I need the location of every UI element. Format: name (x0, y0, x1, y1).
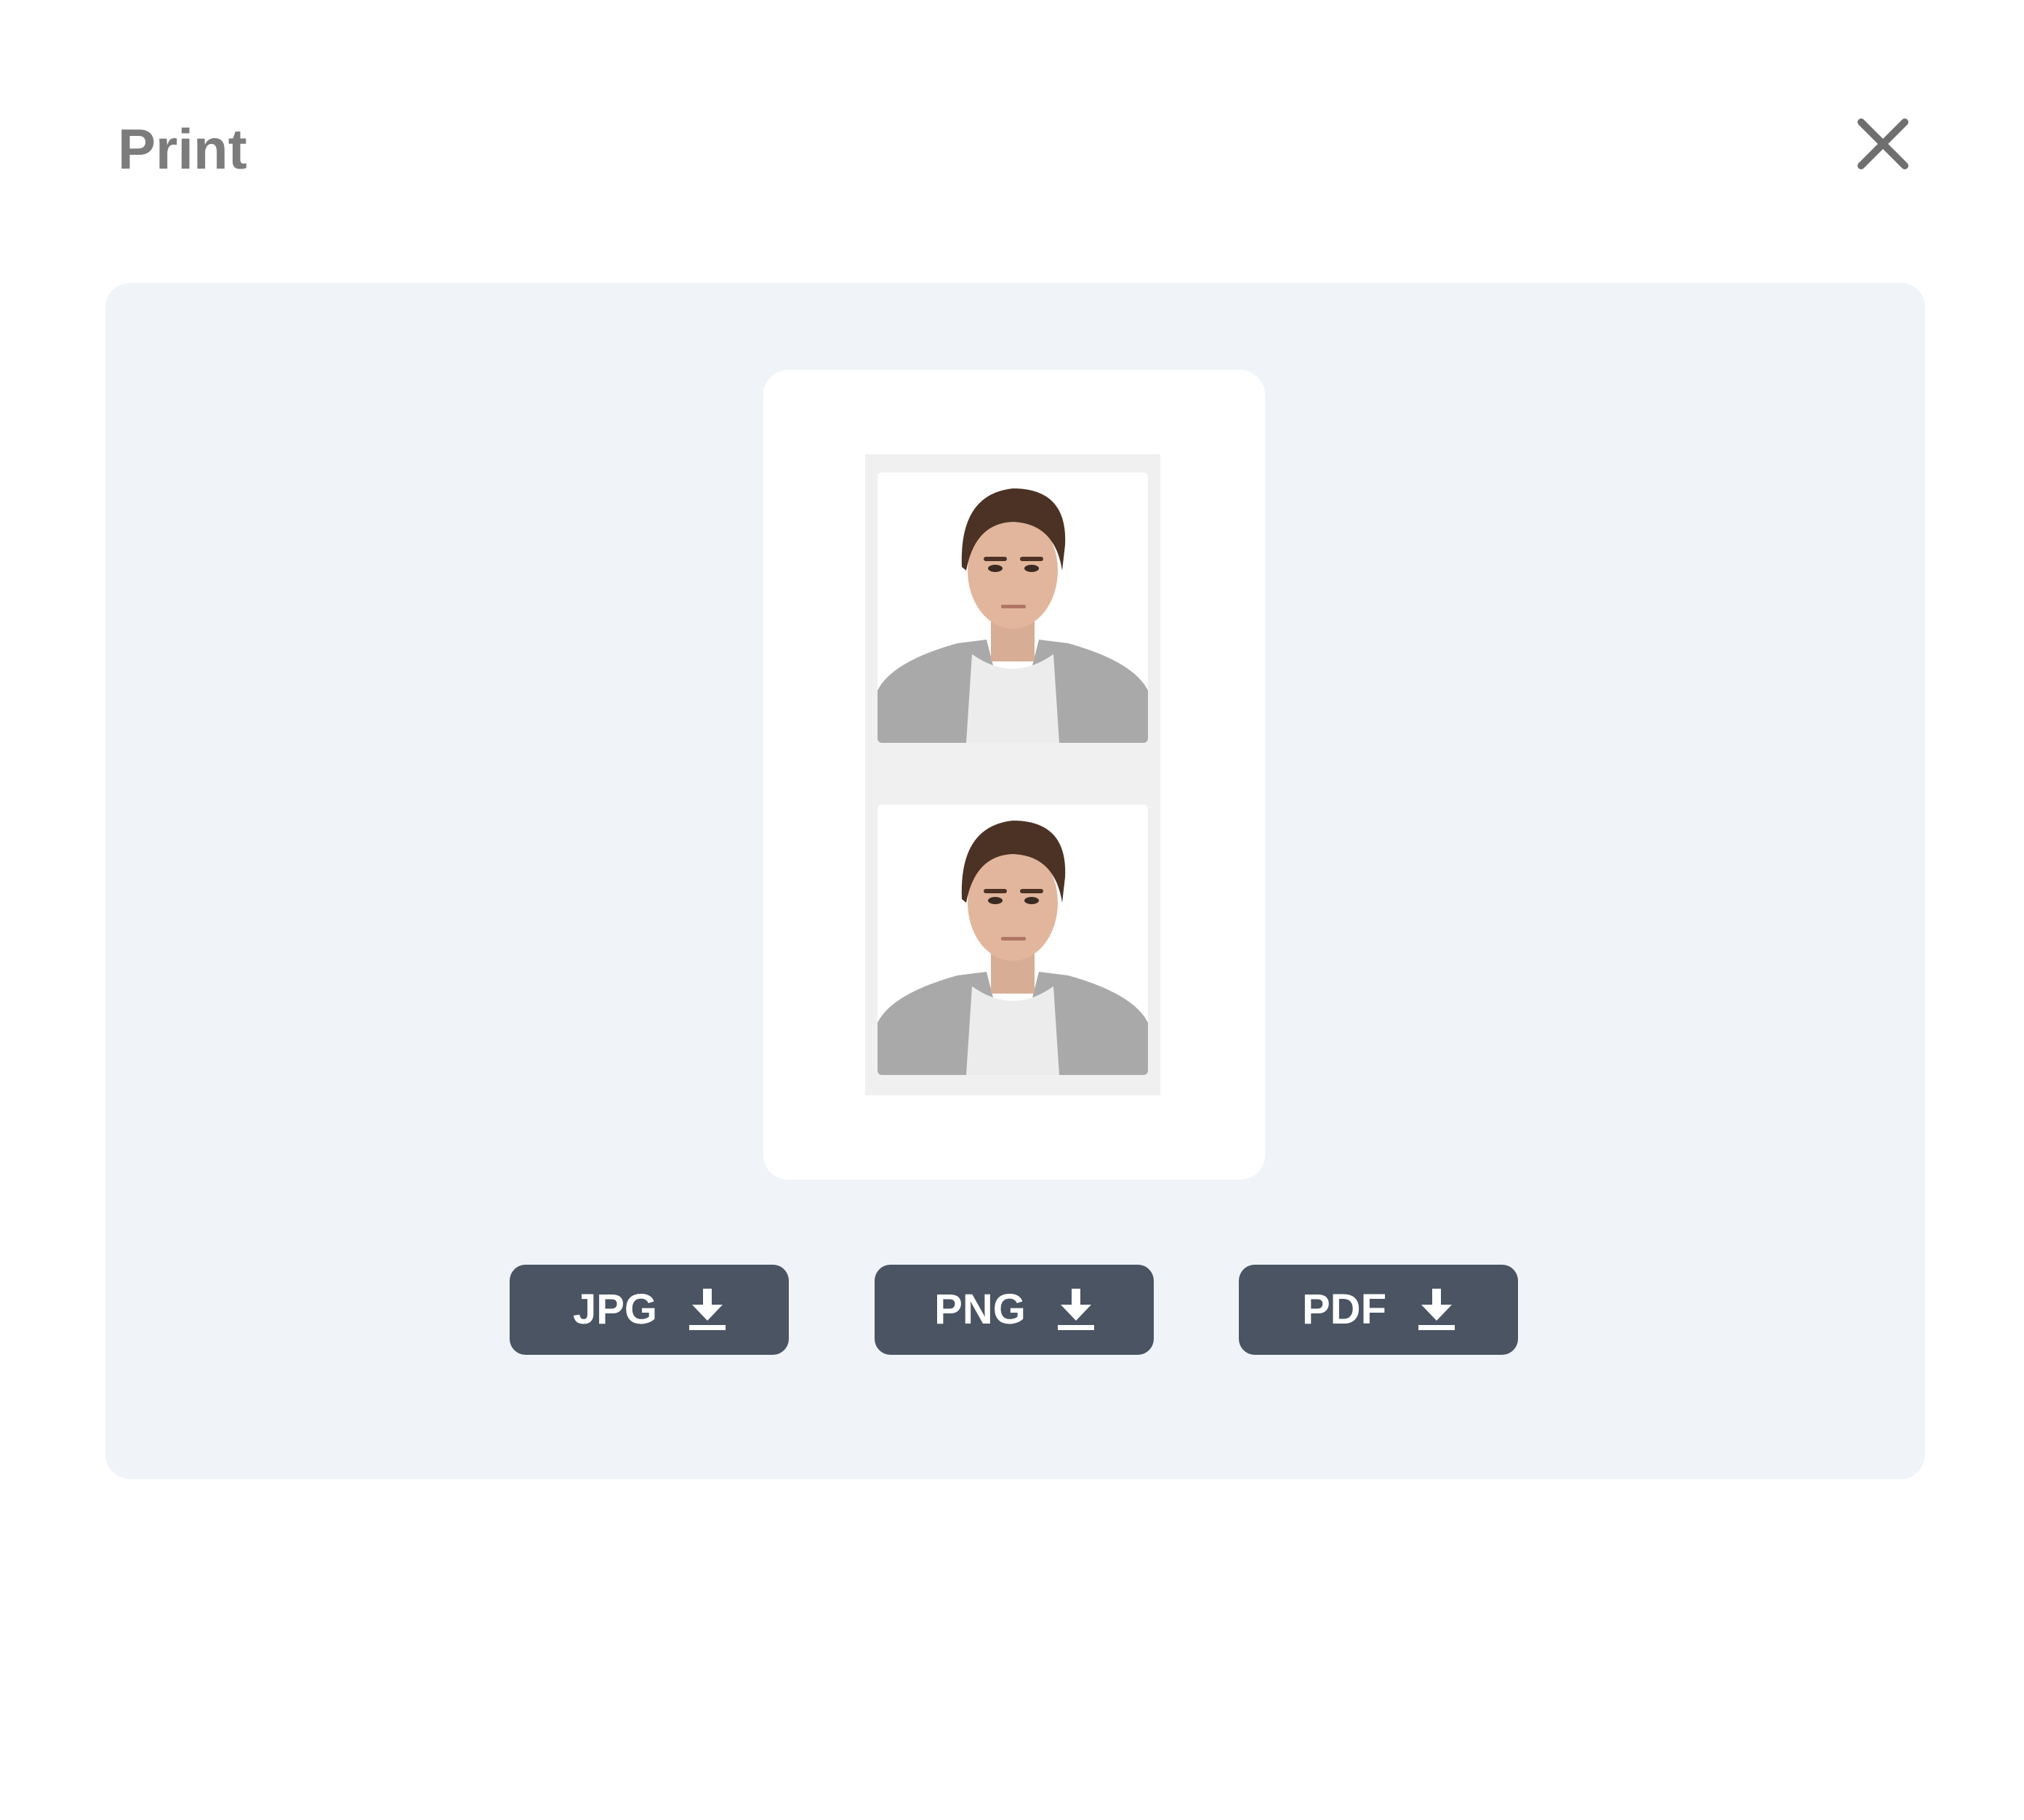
download-pdf-label: PDF (1302, 1286, 1386, 1333)
close-icon (1855, 116, 1911, 172)
download-icon (1057, 1289, 1094, 1331)
passport-photo (878, 472, 1148, 743)
download-png-label: PNG (934, 1286, 1026, 1333)
download-icon (1418, 1289, 1455, 1331)
download-icon (689, 1289, 726, 1331)
print-dialog: Print JPG PNG PDF (0, 0, 2024, 1820)
dialog-title: Print (118, 117, 247, 181)
download-pdf-button[interactable]: PDF (1239, 1265, 1518, 1355)
download-jpg-button[interactable]: JPG (510, 1265, 789, 1355)
download-jpg-label: JPG (572, 1286, 658, 1333)
close-button[interactable] (1855, 116, 1911, 172)
passport-photo (878, 805, 1148, 1075)
download-png-button[interactable]: PNG (875, 1265, 1154, 1355)
